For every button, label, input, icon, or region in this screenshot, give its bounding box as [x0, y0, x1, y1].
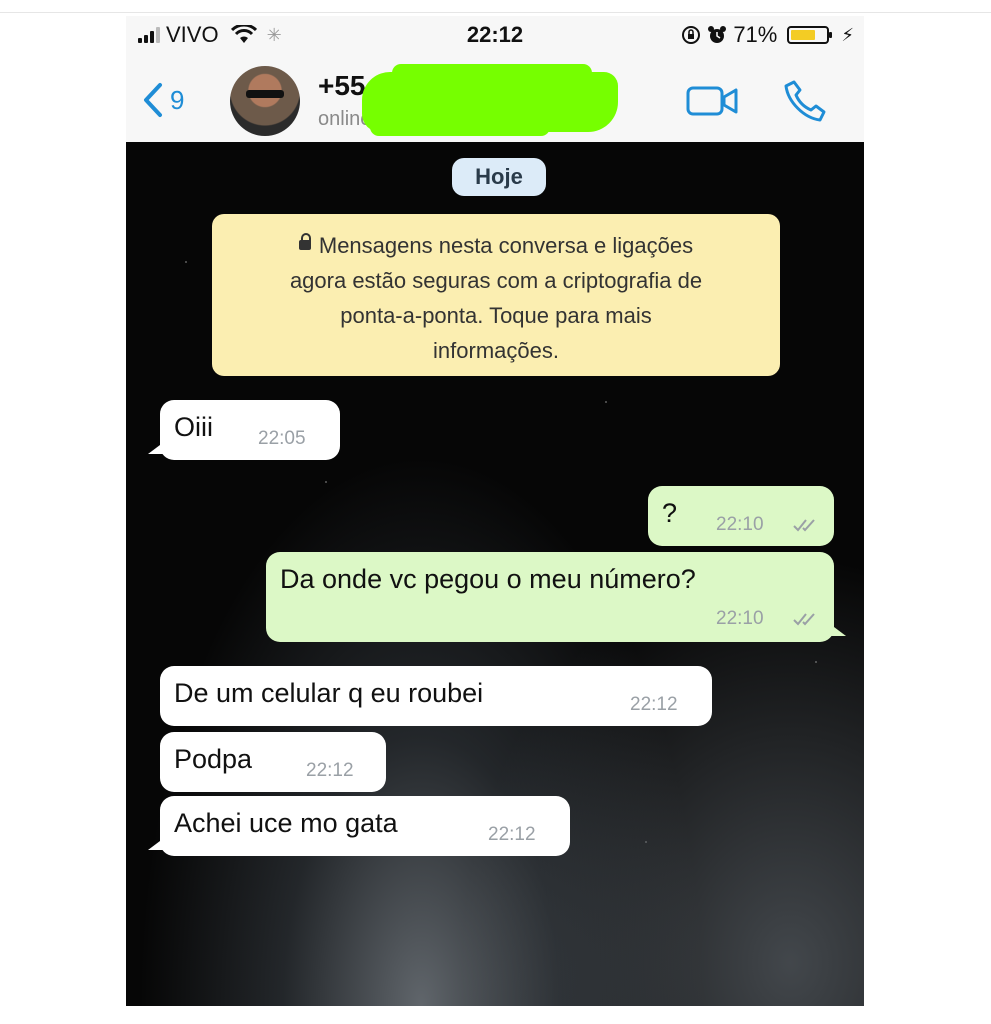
redaction-scribble	[362, 64, 618, 136]
read-ticks-icon	[793, 613, 815, 626]
notice-line: Mensagens nesta conversa e ligações	[230, 228, 762, 263]
battery-percent: 71%	[733, 22, 778, 47]
message-time: 22:12	[306, 760, 354, 781]
phone-screen: VIVO ✳ 22:12 71% ⚡ 9 +55 online Hoje Men…	[126, 16, 864, 1006]
unread-count: 9	[170, 84, 185, 115]
message-text: Podpa	[174, 744, 253, 774]
message-time: 22:12	[630, 694, 678, 715]
avatar-glasses	[246, 90, 284, 98]
chat-header: 9 +55 online	[126, 56, 864, 143]
rotation-lock-icon	[682, 26, 701, 44]
notice-line-2: agora estão seguras com a criptografia d…	[289, 268, 703, 293]
video-call-icon[interactable]	[686, 84, 740, 118]
bubble-tail	[148, 838, 164, 850]
message-bubble-in[interactable]: De um celular q eu roubei 22:12	[160, 666, 712, 726]
battery-icon	[787, 26, 833, 44]
message-time: 22:05	[258, 428, 306, 449]
top-divider	[0, 12, 991, 13]
message-time: 22:10	[716, 608, 764, 629]
notice-line-4: informações.	[433, 338, 559, 363]
message-bubble-out[interactable]: ? 22:10	[648, 486, 834, 546]
back-button[interactable]: 9	[142, 82, 184, 118]
encryption-notice[interactable]: Mensagens nesta conversa e ligações agor…	[212, 214, 780, 376]
message-text: De um celular q eu roubei	[174, 678, 484, 708]
date-chip: Hoje	[452, 158, 546, 196]
message-bubble-in[interactable]: Podpa 22:12	[160, 732, 386, 792]
message-time: 22:10	[716, 514, 764, 535]
status-right: 71% ⚡	[681, 22, 854, 48]
message-bubble-in[interactable]: Oiii 22:05	[148, 400, 340, 460]
message-time: 22:12	[488, 824, 536, 845]
message-bubble-in[interactable]: Achei uce mo gata 22:12	[148, 796, 570, 856]
message-text: Oiii	[174, 412, 213, 442]
chat-area[interactable]: Hoje Mensagens nesta conversa e ligações…	[126, 142, 864, 1006]
bubble-tail	[148, 442, 164, 454]
alarm-icon	[708, 26, 727, 43]
message-text: ?	[662, 498, 678, 528]
battery-fill	[791, 30, 816, 40]
bubble-tail	[830, 624, 846, 636]
status-bar: VIVO ✳ 22:12 71% ⚡	[126, 16, 864, 56]
message-text: Da onde vc pegou o meu número?	[280, 564, 696, 594]
lock-icon	[298, 233, 311, 251]
contact-avatar[interactable]	[230, 66, 300, 136]
notice-line-1: Mensagens nesta conversa e ligações	[318, 233, 694, 258]
charging-icon: ⚡	[841, 24, 854, 45]
notice-line-3: ponta-a-ponta. Toque para mais	[340, 303, 652, 328]
phone-call-icon[interactable]	[782, 78, 828, 124]
read-ticks-icon	[793, 519, 815, 532]
message-bubble-out[interactable]: Da onde vc pegou o meu número? 22:10	[266, 552, 846, 642]
message-text: Achei uce mo gata	[174, 808, 398, 838]
back-chevron-icon	[144, 83, 162, 117]
